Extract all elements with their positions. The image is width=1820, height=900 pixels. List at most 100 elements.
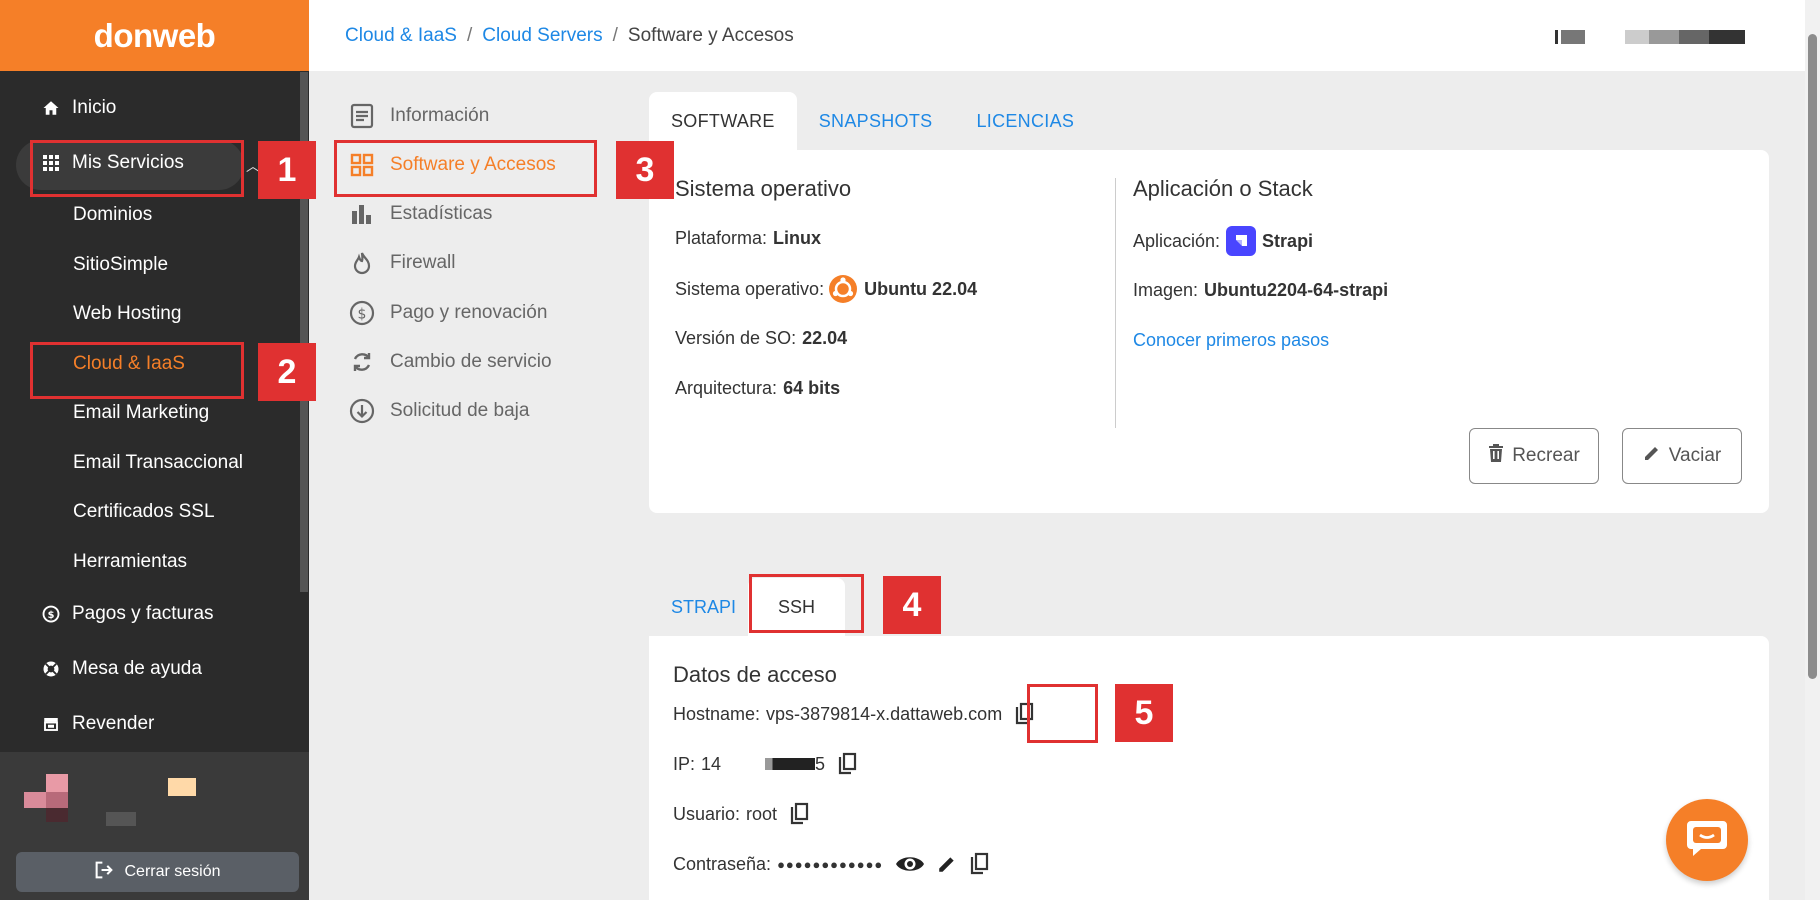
breadcrumb-cloud-iaas[interactable]: Cloud & IaaS xyxy=(345,25,457,47)
sidebar-sub-sitiosimple[interactable]: SitioSimple xyxy=(73,254,168,276)
breadcrumb-cloud-servers[interactable]: Cloud Servers xyxy=(482,25,602,47)
tab-strapi[interactable]: STRAPI xyxy=(649,578,748,636)
breadcrumb-separator: / xyxy=(466,24,473,46)
tab-snapshots[interactable]: SNAPSHOTS xyxy=(797,92,955,150)
dollar-circle-icon: $ xyxy=(348,299,376,327)
submenu-label: Pago y renovación xyxy=(390,302,548,323)
submenu-solicitud-baja[interactable]: Solicitud de baja xyxy=(348,397,529,425)
first-steps-link[interactable]: Conocer primeros pasos xyxy=(1133,330,1329,351)
submenu-label: Información xyxy=(390,105,490,126)
empty-button[interactable]: Vaciar xyxy=(1622,428,1742,484)
sidebar-item-inicio[interactable]: Inicio xyxy=(40,97,116,119)
flame-icon xyxy=(348,249,376,277)
sidebar-sub-dominios[interactable]: Dominios xyxy=(73,204,152,226)
sidebar-sub-certificados-ssl[interactable]: Certificados SSL xyxy=(73,501,215,523)
ip-label: IP: xyxy=(673,753,696,774)
strapi-icon xyxy=(1226,226,1257,256)
sidebar-sub-herramientas[interactable]: Herramientas xyxy=(73,551,187,573)
hostname-label: Hostname: xyxy=(673,703,761,724)
sidebar: donweb Inicio Mis Servicios ︿ Dominios S… xyxy=(0,0,309,900)
edit-password-icon[interactable] xyxy=(937,854,957,874)
sidebar-sub-web-hosting[interactable]: Web Hosting xyxy=(73,303,181,325)
avatar xyxy=(24,774,76,826)
ip-redacted xyxy=(765,758,816,770)
logout-button[interactable]: Cerrar sesión xyxy=(16,852,299,892)
version-value: 22.04 xyxy=(802,328,848,348)
page-scrollbar[interactable] xyxy=(1805,0,1820,900)
home-icon xyxy=(40,97,62,119)
submenu-firewall[interactable]: Firewall xyxy=(348,249,455,277)
app-value: Strapi xyxy=(1262,230,1314,251)
chat-button[interactable] xyxy=(1666,799,1748,881)
submenu-label: Estadísticas xyxy=(390,203,493,224)
submenu-pago-renovacion[interactable]: $ Pago y renovación xyxy=(348,299,547,327)
submenu-estadisticas[interactable]: Estadísticas xyxy=(348,200,492,228)
sidebar-item-label: Mesa de ayuda xyxy=(72,658,202,679)
copy-password-icon[interactable] xyxy=(969,852,989,876)
os-label: Sistema operativo: xyxy=(675,278,825,299)
recreate-button[interactable]: Recrear xyxy=(1469,428,1599,484)
sidebar-item-pagos[interactable]: $ Pagos y facturas xyxy=(40,603,214,625)
user-name-blur xyxy=(168,778,196,796)
copy-ip-icon[interactable] xyxy=(837,752,857,776)
platform-label: Plataforma: xyxy=(675,228,768,248)
ip-prefix: 14 xyxy=(701,753,722,774)
password-value: ●●●●●●●●●●●● xyxy=(777,856,884,872)
user-value: root xyxy=(746,803,778,824)
app-row: Aplicación: Strapi xyxy=(1133,226,1313,256)
user-row: Usuario: root xyxy=(673,802,809,826)
document-icon xyxy=(348,102,376,130)
arrow-down-circle-icon xyxy=(348,397,376,425)
logo-text: donweb xyxy=(93,16,216,54)
header-user-blur xyxy=(1555,30,1585,44)
annotation-badge-5: 5 xyxy=(1115,684,1173,742)
highlight-box-3 xyxy=(334,140,597,197)
submenu-informacion[interactable]: Información xyxy=(348,102,489,130)
sidebar-sub-email-marketing[interactable]: Email Marketing xyxy=(73,402,209,424)
highlight-box-1 xyxy=(30,140,244,197)
platform-row: Plataforma: Linux xyxy=(675,228,821,249)
software-card: Sistema operativo Plataforma: Linux Siste… xyxy=(649,150,1769,513)
pencil-icon xyxy=(1643,444,1661,468)
breadcrumb-separator: / xyxy=(612,24,618,46)
sidebar-item-mesa-ayuda[interactable]: Mesa de ayuda xyxy=(40,658,202,680)
app-section-title: Aplicación o Stack xyxy=(1133,176,1313,201)
version-row: Versión de SO: 22.04 xyxy=(675,328,847,349)
sidebar-item-revender[interactable]: Revender xyxy=(40,713,154,735)
sidebar-sub-email-transaccional[interactable]: Email Transaccional xyxy=(73,452,243,474)
eye-icon[interactable] xyxy=(895,853,925,875)
svg-text:$: $ xyxy=(358,307,367,323)
ip-row: IP: 14 5 xyxy=(673,752,857,776)
logout-icon xyxy=(94,861,114,884)
platform-value: Linux xyxy=(773,228,822,248)
top-header: Cloud & IaaS / Cloud Servers / Software … xyxy=(309,0,1805,71)
app-label: Aplicación: xyxy=(1133,230,1221,251)
password-label: Contraseña: xyxy=(673,853,772,874)
scroll-thumb[interactable] xyxy=(1808,34,1817,679)
chat-bubble-icon xyxy=(1685,818,1729,863)
annotation-badge-4: 4 xyxy=(883,576,941,634)
arch-value: 64 bits xyxy=(783,378,841,398)
user-email-blur xyxy=(106,812,136,826)
sidebar-item-label: Inicio xyxy=(72,97,117,118)
tab-licencias[interactable]: LICENCIAS xyxy=(954,92,1096,150)
submenu-label: Cambio de servicio xyxy=(390,351,552,372)
breadcrumb-current: Software y Accesos xyxy=(627,24,794,46)
arch-label: Arquitectura: xyxy=(675,378,778,398)
arch-row: Arquitectura: 64 bits xyxy=(675,378,840,399)
annotation-badge-3: 3 xyxy=(616,141,674,199)
column-divider xyxy=(1115,178,1116,428)
refresh-icon xyxy=(348,348,376,376)
copy-user-icon[interactable] xyxy=(789,802,809,826)
header-user-menu[interactable] xyxy=(1555,30,1745,44)
logo[interactable]: donweb xyxy=(0,0,309,71)
trash-icon xyxy=(1488,444,1504,468)
submenu-label: Solicitud de baja xyxy=(390,400,530,421)
breadcrumb: Cloud & IaaS / Cloud Servers / Software … xyxy=(345,25,794,47)
software-tabs: SOFTWARE SNAPSHOTS LICENCIAS xyxy=(649,92,1096,150)
submenu-cambio-servicio[interactable]: Cambio de servicio xyxy=(348,348,552,376)
highlight-box-2 xyxy=(30,342,244,399)
annotation-badge-2: 2 xyxy=(258,343,316,401)
user-label: Usuario: xyxy=(673,803,741,824)
sidebar-item-label: Pagos y facturas xyxy=(72,603,214,624)
